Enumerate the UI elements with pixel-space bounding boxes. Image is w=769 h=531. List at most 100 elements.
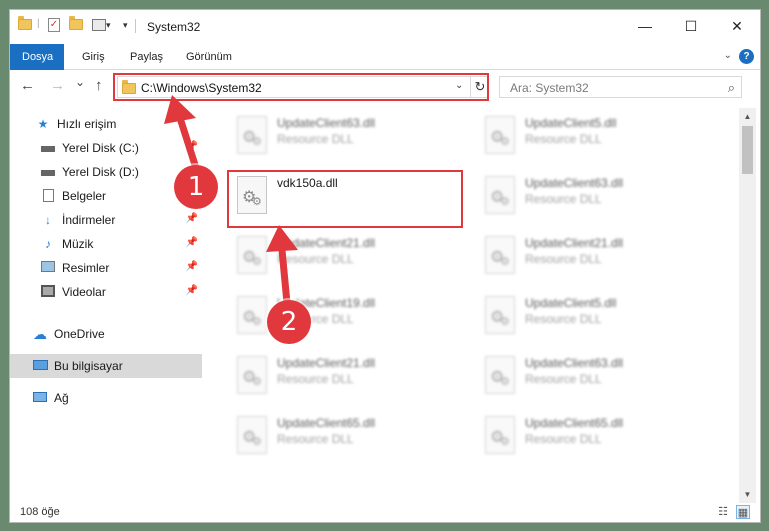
properties-quick-icon[interactable]: ✓ <box>48 18 60 32</box>
sidebar-item-music[interactable]: ♪ Müzik 📌 <box>10 232 202 256</box>
details-view-icon[interactable]: ☷ <box>716 505 730 519</box>
file-type: Resource DLL <box>525 312 602 326</box>
drive-icon <box>40 165 56 179</box>
status-bar: 108 öğe ☷ ▦ <box>10 502 760 522</box>
sidebar-item-label: Resimler <box>62 261 110 275</box>
sidebar-item-pictures[interactable]: Resimler 📌 <box>10 256 202 280</box>
file-type: Resource DLL <box>525 252 602 266</box>
dll-file-icon <box>237 116 267 154</box>
help-icon[interactable]: ? <box>739 49 754 64</box>
dll-file-icon <box>237 296 267 334</box>
file-item[interactable]: UpdateClient21.dll Resource DLL <box>475 230 705 280</box>
file-item[interactable]: UpdateClient65.dll Resource DLL <box>475 410 705 460</box>
forward-button[interactable]: → <box>50 77 65 94</box>
sidebar-item-downloads[interactable]: ↓ İndirmeler 📌 <box>10 208 202 232</box>
sidebar-item-label: Yerel Disk (D:) <box>62 165 139 179</box>
sidebar-item-this-pc[interactable]: Bu bilgisayar <box>10 354 202 378</box>
file-name: UpdateClient5.dll <box>525 116 617 130</box>
file-item[interactable]: UpdateClient63.dll Resource DLL <box>227 110 457 160</box>
pictures-icon <box>40 261 56 275</box>
dll-file-icon <box>485 356 515 394</box>
scroll-down-icon[interactable]: ▼ <box>739 486 756 503</box>
download-icon: ↓ <box>45 213 51 227</box>
dll-file-icon <box>485 116 515 154</box>
sidebar-item-label: Ağ <box>54 391 69 405</box>
file-type: Resource DLL <box>525 432 602 446</box>
pin-icon[interactable]: 📌 <box>186 261 198 272</box>
file-name: UpdateClient21.dll <box>277 236 376 250</box>
scroll-up-icon[interactable]: ▲ <box>739 108 756 125</box>
folder-icon <box>18 16 32 30</box>
scrollbar-thumb[interactable] <box>742 126 753 174</box>
sidebar-item-label: Videolar <box>62 285 106 299</box>
file-item[interactable]: UpdateClient5.dll Resource DLL <box>475 110 705 160</box>
file-name: UpdateClient63.dll <box>525 176 624 190</box>
maximize-button[interactable]: ☐ <box>668 10 714 42</box>
sidebar-item-local-disk-c[interactable]: Yerel Disk (C:) 📌 <box>10 136 202 160</box>
sidebar-item-videos[interactable]: Videolar 📌 <box>10 280 202 304</box>
pin-icon[interactable]: 📌 <box>186 237 198 248</box>
tab-share[interactable]: Paylaş <box>118 44 175 70</box>
sidebar-item-label: Bu bilgisayar <box>54 359 123 373</box>
close-button[interactable]: ✕ <box>714 10 760 42</box>
sidebar-item-onedrive[interactable]: ☁ OneDrive <box>10 322 202 346</box>
sidebar-item-network[interactable]: Ağ <box>10 386 202 410</box>
dll-file-icon <box>485 296 515 334</box>
file-name: UpdateClient65.dll <box>525 416 624 430</box>
dll-file-icon <box>485 236 515 274</box>
file-item[interactable]: UpdateClient63.dll Resource DLL <box>475 170 705 220</box>
tab-home[interactable]: Giriş <box>70 44 117 70</box>
recent-locations-button[interactable]: ⌄ <box>75 75 85 89</box>
title-bar: | ✓ ▾ ▾ System32 — ☐ ✕ <box>10 10 760 44</box>
file-name: UpdateClient5.dll <box>525 296 617 310</box>
file-item[interactable]: UpdateClient21.dll Resource DLL <box>227 350 457 400</box>
video-icon <box>40 285 56 299</box>
dll-file-icon <box>237 416 267 454</box>
separator: | <box>37 18 40 29</box>
sidebar-item-label: OneDrive <box>54 327 105 341</box>
navigation-pane: ★ Hızlı erişim Yerel Disk (C:) 📌 Yerel D… <box>10 108 202 498</box>
file-item[interactable]: UpdateClient19.dll Resource DLL <box>227 290 457 340</box>
file-name: UpdateClient21.dll <box>525 236 624 250</box>
up-button[interactable]: ↑ <box>95 77 103 94</box>
search-icon[interactable]: ⌕ <box>728 80 735 96</box>
minimize-button[interactable]: — <box>622 10 668 42</box>
file-type: Resource DLL <box>525 192 602 206</box>
address-highlight-box <box>113 73 489 101</box>
file-item[interactable]: UpdateClient65.dll Resource DLL <box>227 410 457 460</box>
file-item[interactable]: UpdateClient21.dll Resource DLL <box>227 230 457 280</box>
pin-icon[interactable]: 📌 <box>186 285 198 296</box>
new-folder-quick-icon[interactable] <box>69 16 83 30</box>
sidebar-item-label: İndirmeler <box>62 213 116 227</box>
tab-file[interactable]: Dosya <box>10 44 64 70</box>
file-type: Resource DLL <box>277 372 354 386</box>
vertical-scrollbar[interactable]: ▲ ▼ <box>739 108 756 503</box>
pin-icon[interactable]: 📌 <box>186 141 198 152</box>
tab-view[interactable]: Görünüm <box>174 44 244 70</box>
dll-file-icon <box>485 416 515 454</box>
file-type: Resource DLL <box>277 252 354 266</box>
file-type: Resource DLL <box>525 132 602 146</box>
sidebar-item-local-disk-d[interactable]: Yerel Disk (D:) 📌 <box>10 160 202 184</box>
pin-icon[interactable]: 📌 <box>186 213 198 224</box>
drive-icon <box>40 141 56 155</box>
customize-toolbar-icon[interactable]: ▾ <box>123 20 128 31</box>
star-icon: ★ <box>37 117 49 131</box>
sidebar-item-label: Müzik <box>62 237 94 251</box>
back-button[interactable]: ← <box>20 77 35 94</box>
file-item[interactable]: UpdateClient63.dll Resource DLL <box>475 350 705 400</box>
sidebar-item-label: Yerel Disk (C:) <box>62 141 139 155</box>
search-input[interactable]: Ara: System32 ⌕ <box>499 76 742 98</box>
network-icon <box>32 391 48 405</box>
sidebar-item-quick-access[interactable]: ★ Hızlı erişim <box>10 112 202 136</box>
dll-file-icon <box>237 356 267 394</box>
sidebar-item-label: Hızlı erişim <box>57 117 117 131</box>
document-icon <box>40 189 56 203</box>
title-separator <box>135 19 136 33</box>
expand-ribbon-icon[interactable]: ⌄ <box>724 50 732 61</box>
large-icons-view-icon[interactable]: ▦ <box>736 505 750 519</box>
item-count: 108 öğe <box>20 506 60 518</box>
ribbon-tabs: Dosya Giriş Paylaş Görünüm ⌄ ? <box>10 44 760 70</box>
layout-quick-icon[interactable]: ▾ <box>92 19 111 31</box>
file-item[interactable]: UpdateClient5.dll Resource DLL <box>475 290 705 340</box>
